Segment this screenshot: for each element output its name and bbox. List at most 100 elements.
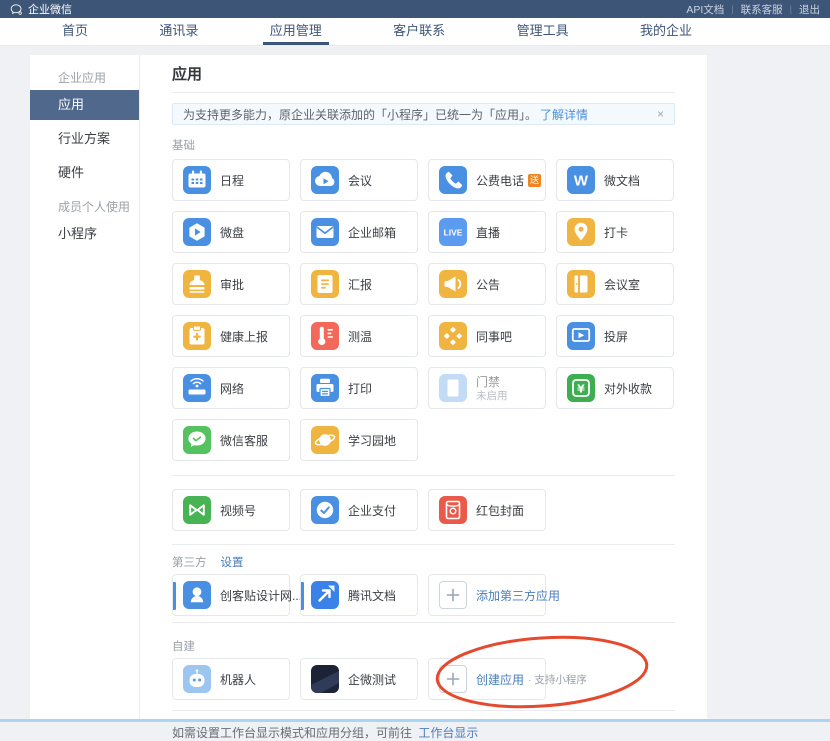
app-name: 网络 xyxy=(220,380,244,397)
megaphone-icon xyxy=(439,270,467,298)
topbar-link-logout[interactable]: 退出 xyxy=(799,2,820,17)
app-label-wrap: 腾讯文档 xyxy=(348,587,396,604)
app-sections: 基础日程 会议 公费电话送 W 微文档微盘企业邮箱 LIVE 直播 打卡审批 汇报 公告 会议室健康… xyxy=(172,137,675,700)
app-card-wedrive[interactable]: 微盘 xyxy=(172,211,290,253)
section-label-basic: 基础 xyxy=(172,137,675,153)
app-label-wrap: 添加第三方应用 xyxy=(476,587,545,604)
app-card-wedoc[interactable]: W 微文档 xyxy=(556,159,674,201)
section-label-third: 第三方设置 xyxy=(172,554,675,570)
app-label-wrap: 公告 xyxy=(476,276,500,293)
sidebar-item-hardware[interactable]: 硬件 xyxy=(30,158,139,188)
app-card-live[interactable]: LIVE 直播 xyxy=(428,211,546,253)
nav-tab-my-company[interactable]: 我的企业 xyxy=(640,18,692,45)
app-label-wrap: 直播 xyxy=(476,224,500,241)
app-card-announcement[interactable]: 公告 xyxy=(428,263,546,305)
calendar-icon xyxy=(183,166,211,194)
app-card-print[interactable]: 打印 xyxy=(300,367,418,409)
app-name: 机器人 xyxy=(220,671,256,688)
app-card-colleagues[interactable]: 同事吧 xyxy=(428,315,546,357)
app-card-corp-pay[interactable]: 企业支付 xyxy=(300,489,418,531)
app-label-wrap: 企业支付 xyxy=(348,502,396,519)
workbench-display-link[interactable]: 工作台显示 xyxy=(418,726,478,740)
section-label-text: 自建 xyxy=(172,638,195,654)
app-card-robot[interactable]: 机器人 xyxy=(172,658,290,700)
app-name: 会议 xyxy=(348,172,372,189)
app-name: 测温 xyxy=(348,328,372,345)
app-name: 公告 xyxy=(476,276,500,293)
app-label-wrap: 微文档 xyxy=(604,172,640,189)
app-card-calendar[interactable]: 日程 xyxy=(172,159,290,201)
app-card-paid-call[interactable]: 公费电话送 xyxy=(428,159,546,201)
app-grid-third: 创客贴设计网... 腾讯文档 添加第三方应用 xyxy=(172,574,675,616)
app-sub-status: 未启用 xyxy=(476,391,508,403)
sidebar-item-industry-solutions[interactable]: 行业方案 xyxy=(30,124,139,154)
app-name: 同事吧 xyxy=(476,328,512,345)
topbar-links: API文档|联系客服|退出 xyxy=(686,2,820,17)
health-icon xyxy=(183,322,211,350)
nav-tab-customer-contact[interactable]: 客户联系 xyxy=(393,18,445,45)
nav-tab-contacts[interactable]: 通讯录 xyxy=(159,18,198,45)
dark-app-icon xyxy=(311,665,339,693)
nav-tab-app-management[interactable]: 应用管理 xyxy=(270,18,322,45)
main-content: 应用 为支持更多能力，原企业关联添加的「小程序」已统一为「应用」。 了解详情 ×… xyxy=(140,55,707,722)
topbar-link-api-docs[interactable]: API文档 xyxy=(686,2,724,17)
app-card-add-third-party[interactable]: 添加第三方应用 xyxy=(428,574,546,616)
section-settings-link[interactable]: 设置 xyxy=(221,554,244,570)
topbar: 企业微信 API文档|联系客服|退出 xyxy=(0,0,830,18)
app-card-channels[interactable]: 视频号 xyxy=(172,489,290,531)
app-card-mail[interactable]: 企业邮箱 xyxy=(300,211,418,253)
app-name: 健康上报 xyxy=(220,328,268,345)
app-card-collect-payment[interactable]: ¥对外收款 xyxy=(556,367,674,409)
page-title: 应用 xyxy=(172,55,675,93)
app-card-health-report[interactable]: 健康上报 xyxy=(172,315,290,357)
collect-icon: ¥ xyxy=(567,374,595,402)
section-label-text: 基础 xyxy=(172,137,195,153)
app-card-learning[interactable]: 学习园地 xyxy=(300,419,418,461)
app-name: 企业支付 xyxy=(348,502,396,519)
app-card-checkin[interactable]: 打卡 xyxy=(556,211,674,253)
app-name: 日程 xyxy=(220,172,244,189)
app-grid-basic: 日程 会议 公费电话送 W 微文档微盘企业邮箱 LIVE 直播 打卡审批 汇报 公告 会议室健康上报… xyxy=(172,159,675,461)
app-card-tencent-docs[interactable]: 腾讯文档 xyxy=(300,574,418,616)
robot-icon xyxy=(183,665,211,693)
plus-icon xyxy=(439,581,467,609)
app-card-wework-test[interactable]: 企微测试 xyxy=(300,658,418,700)
topbar-link-support[interactable]: 联系客服 xyxy=(741,2,783,17)
mail-icon xyxy=(311,218,339,246)
nav-tab-management-tools[interactable]: 管理工具 xyxy=(517,18,569,45)
app-name: 微信客服 xyxy=(220,432,268,449)
app-card-wechat-kefu[interactable]: 微信客服 xyxy=(172,419,290,461)
app-name: 添加第三方应用 xyxy=(476,587,560,604)
sidebar-item-apps[interactable]: 应用 xyxy=(30,90,139,120)
app-card-door-access[interactable]: 门禁未启用 xyxy=(428,367,546,409)
notice-banner: 为支持更多能力，原企业关联添加的「小程序」已统一为「应用」。 了解详情 × xyxy=(172,103,675,125)
svg-text:W: W xyxy=(574,173,589,190)
app-card-screen-cast[interactable]: 投屏 xyxy=(556,315,674,357)
app-name: 创客贴设计网... xyxy=(220,587,302,604)
nav-tab-home[interactable]: 首页 xyxy=(62,18,88,45)
app-card-network[interactable]: 网络 xyxy=(172,367,290,409)
app-card-create-app[interactable]: 创建应用· 支持小程序 xyxy=(428,658,546,700)
sidebar-item-mini-programs[interactable]: 小程序 xyxy=(30,219,139,249)
app-card-meeting-room[interactable]: 会议室 xyxy=(556,263,674,305)
door-icon xyxy=(567,270,595,298)
app-label-wrap: 红包封面 xyxy=(476,502,524,519)
app-suffix: · 支持小程序 xyxy=(528,672,587,687)
app-stripe xyxy=(173,582,176,610)
app-card-approval[interactable]: 审批 xyxy=(172,263,290,305)
app-grid-self: 机器人 企微测试创建应用· 支持小程序 xyxy=(172,658,675,700)
app-card-report[interactable]: 汇报 xyxy=(300,263,418,305)
app-card-red-packet-cover[interactable]: 红包封面 xyxy=(428,489,546,531)
app-card-temperature[interactable]: 测温 xyxy=(300,315,418,357)
app-name: 汇报 xyxy=(348,276,372,293)
kefu-icon xyxy=(183,426,211,454)
app-card-meeting[interactable]: 会议 xyxy=(300,159,418,201)
notice-learn-more-link[interactable]: 了解详情 xyxy=(540,106,588,123)
sidebar: 企业应用应用行业方案硬件成员个人使用小程序 xyxy=(30,55,140,722)
sidebar-group-header: 企业应用 xyxy=(30,69,139,86)
app-card-chuangkit[interactable]: 创客贴设计网... xyxy=(172,574,290,616)
stamp-icon xyxy=(183,270,211,298)
banner-close-icon[interactable]: × xyxy=(657,108,664,120)
topbar-link-separator: | xyxy=(790,4,792,14)
svg-text:LIVE: LIVE xyxy=(444,228,463,238)
